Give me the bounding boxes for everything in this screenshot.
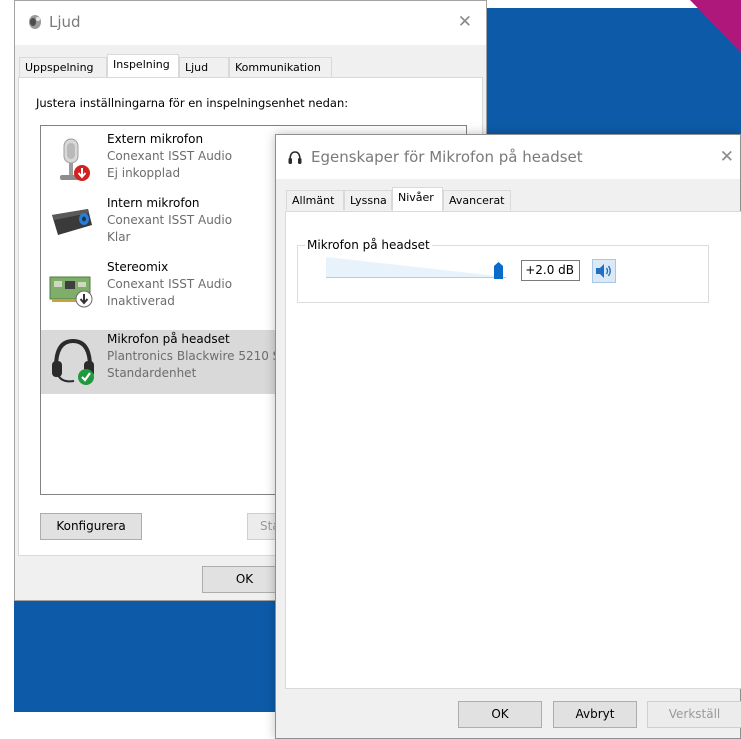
- device-name: Intern mikrofon: [107, 196, 200, 210]
- tab-nivaer[interactable]: Nivåer: [392, 187, 443, 211]
- wallpaper-accent-shape: [690, 0, 741, 62]
- sound-dialog-titlebar[interactable]: Ljud ✕: [15, 1, 486, 45]
- device-status: Inaktiverad: [107, 294, 175, 308]
- device-driver: Conexant ISST Audio: [107, 149, 233, 163]
- sound-dialog-title: Ljud: [49, 13, 81, 31]
- device-driver: Conexant ISST Audio: [107, 277, 233, 291]
- properties-dialog-title: Egenskaper för Mikrofon på headset: [311, 148, 583, 166]
- close-icon[interactable]: ✕: [458, 12, 472, 32]
- speaker-app-icon: [29, 15, 41, 29]
- device-status: Standardenhet: [107, 366, 197, 380]
- level-slider-thumb[interactable]: [494, 262, 504, 279]
- headset-icon: [52, 338, 94, 385]
- level-db-value: +2.0 dB: [521, 260, 580, 281]
- level-group-title: Mikrofon på headset: [305, 238, 432, 252]
- sound-card-icon: [49, 276, 93, 308]
- tab-lyssna[interactable]: Lyssna: [344, 190, 392, 210]
- tab-uppspelning[interactable]: Uppspelning: [19, 57, 107, 77]
- close-icon[interactable]: ✕: [720, 147, 734, 167]
- tab-ljud[interactable]: Ljud: [179, 57, 229, 77]
- microphone-icon: [60, 138, 90, 181]
- properties-dialog-titlebar[interactable]: Egenskaper för Mikrofon på headset ✕: [276, 135, 740, 179]
- device-status: Klar: [107, 230, 131, 244]
- device-driver: Plantronics Blackwire 5210 Se: [107, 349, 288, 363]
- tab-inspelning[interactable]: Inspelning: [107, 54, 179, 78]
- properties-apply-button[interactable]: Verkställ: [647, 701, 741, 728]
- tab-avancerat[interactable]: Avancerat: [443, 190, 511, 210]
- device-name: Mikrofon på headset: [107, 332, 230, 346]
- configure-button[interactable]: Konfigurera: [40, 513, 142, 540]
- properties-dialog: Egenskaper för Mikrofon på headset ✕ All…: [275, 134, 741, 739]
- properties-ok-button[interactable]: OK: [458, 701, 542, 728]
- webcam-microphone-icon: [52, 209, 92, 235]
- device-name: Stereomix: [107, 260, 169, 274]
- tab-kommunikation[interactable]: Kommunikation: [229, 57, 332, 77]
- instruction-text: Justera inställningarna för en inspelnin…: [36, 96, 349, 110]
- headset-app-icon: [288, 151, 302, 164]
- speaker-volume-icon: [596, 264, 611, 278]
- mute-toggle-button[interactable]: [592, 259, 616, 283]
- level-slider-track[interactable]: [326, 277, 506, 278]
- device-status: Ej inkopplad: [107, 166, 181, 180]
- device-driver: Conexant ISST Audio: [107, 213, 233, 227]
- device-name: Extern mikrofon: [107, 132, 204, 146]
- tab-allmant[interactable]: Allmänt: [286, 190, 344, 210]
- level-slider-ramp: [326, 257, 506, 277]
- properties-cancel-button[interactable]: Avbryt: [553, 701, 637, 728]
